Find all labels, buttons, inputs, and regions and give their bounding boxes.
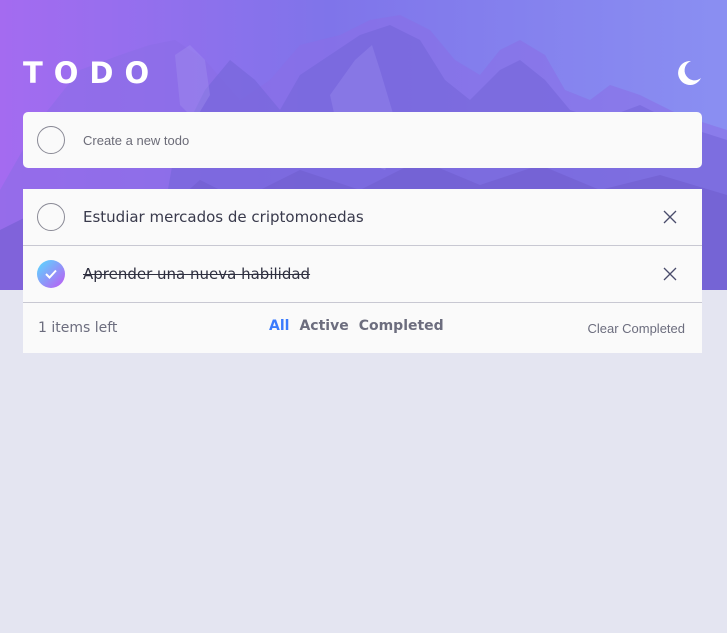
moon-icon <box>678 60 701 85</box>
todo-list: Estudiar mercados de criptomonedas Apren… <box>23 189 702 353</box>
todo-checkbox[interactable] <box>37 203 65 231</box>
filter-active[interactable]: Active <box>299 318 348 334</box>
items-left-count: 1 items left <box>38 320 118 336</box>
delete-icon[interactable] <box>662 266 678 282</box>
new-todo-circle[interactable] <box>37 126 65 154</box>
new-todo-bar <box>23 112 702 168</box>
todo-text: Aprender una nueva habilidad <box>83 265 311 283</box>
app-title: TODO <box>23 56 161 90</box>
todo-item[interactable]: Estudiar mercados de criptomonedas <box>23 189 702 246</box>
filter-completed[interactable]: Completed <box>359 318 444 334</box>
filter-group: All Active Completed <box>269 318 444 334</box>
theme-toggle-button[interactable] <box>674 58 704 88</box>
delete-icon[interactable] <box>662 209 678 225</box>
clear-completed-button[interactable]: Clear Completed <box>587 321 685 336</box>
todo-footer: 1 items left All Active Completed Clear … <box>23 303 702 353</box>
new-todo-input[interactable] <box>83 132 643 148</box>
todo-text: Estudiar mercados de criptomonedas <box>83 208 364 226</box>
check-icon <box>45 269 57 279</box>
todo-checkbox-checked[interactable] <box>37 260 65 288</box>
filter-all[interactable]: All <box>269 318 289 334</box>
todo-item[interactable]: Aprender una nueva habilidad <box>23 246 702 303</box>
